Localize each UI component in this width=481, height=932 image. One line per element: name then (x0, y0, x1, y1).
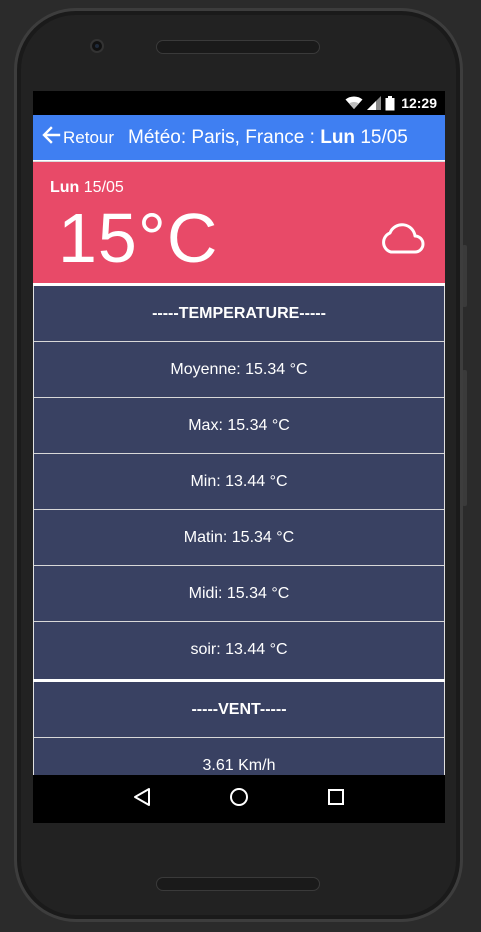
back-triangle-icon (133, 787, 151, 812)
title-date: 15/05 (355, 126, 408, 148)
earpiece-speaker (156, 40, 320, 54)
temperature-section: -----TEMPERATURE----- Moyenne: 15.34 °C … (33, 286, 445, 679)
nav-recents-button[interactable] (316, 779, 356, 819)
status-time: 12:29 (401, 95, 437, 111)
temp-row-average: Moyenne: 15.34 °C (34, 342, 444, 398)
summary-day: Lun (50, 179, 80, 196)
temp-row-max: Max: 15.34 °C (34, 398, 444, 454)
summary-date: Lun 15/05 (50, 179, 124, 197)
temp-row-noon: Midi: 15.34 °C (34, 566, 444, 622)
bottom-speaker (156, 877, 320, 891)
device-screen: 12:29 Retour Météo: Paris, France : Lun … (33, 91, 445, 823)
status-bar: 12:29 (33, 91, 445, 115)
cloud-icon (379, 220, 425, 261)
wind-row-speed: 3.61 Km/h (34, 738, 444, 775)
back-button[interactable]: Retour (41, 125, 114, 150)
signal-icon (367, 96, 382, 110)
title-day: Lun (320, 126, 356, 148)
wind-header: -----VENT----- (34, 682, 444, 738)
nav-home-button[interactable] (219, 779, 259, 819)
temperature-header: -----TEMPERATURE----- (34, 286, 444, 342)
recents-square-icon (327, 788, 345, 811)
app-bar: Retour Météo: Paris, France : Lun 15/05 (33, 115, 445, 160)
temp-row-evening: soir: 13.44 °C (190, 641, 288, 658)
nav-back-button[interactable] (122, 779, 162, 819)
battery-icon (385, 95, 395, 111)
system-nav-bar (33, 775, 445, 823)
page-title: Météo: Paris, France : Lun 15/05 (128, 127, 408, 149)
weather-summary-card: Lun 15/05 15°C (33, 161, 445, 283)
front-camera (90, 39, 104, 53)
temp-row-morning: Matin: 15.34 °C (34, 510, 444, 566)
temp-row-min: Min: 13.44 °C (34, 454, 444, 510)
summary-date-value: 15/05 (79, 179, 124, 196)
arrow-left-icon (41, 125, 61, 150)
summary-temperature: 15°C (58, 199, 219, 277)
home-circle-icon (229, 787, 249, 812)
wifi-icon (345, 96, 363, 110)
back-label: Retour (63, 127, 115, 147)
title-prefix: Météo: Paris, France : (128, 126, 321, 148)
forecast-content[interactable]: Lun 15/05 15°C -----TEMPERATURE----- Moy… (33, 160, 445, 775)
wind-section: -----VENT----- 3.61 Km/h (33, 682, 445, 775)
